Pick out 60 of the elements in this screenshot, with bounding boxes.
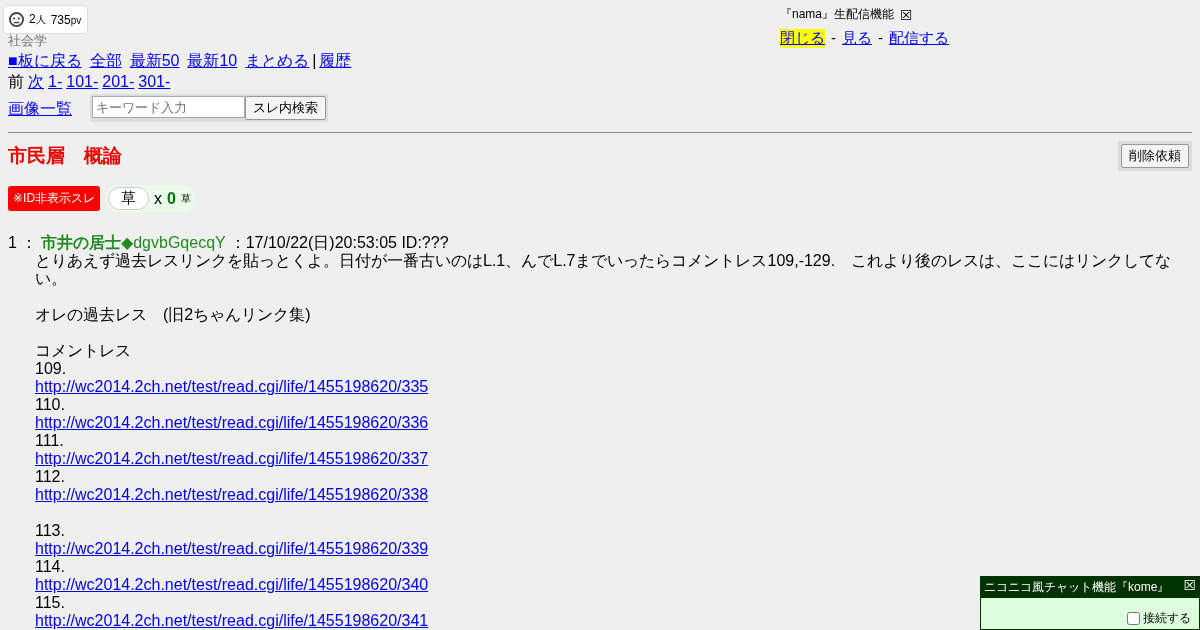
post-text: 115. [35,594,65,611]
prev-label: 前 [8,72,24,92]
post-link[interactable]: http://wc2014.2ch.net/test/read.cgi/life/1455198620/340 [35,576,429,593]
post-text: コメントレス [35,342,131,359]
nama-link[interactable]: 見る [842,29,872,48]
image-list-link[interactable]: 画像一覧 [8,97,72,119]
pageview-count: 735pv [50,12,82,27]
post-meta: ：17/10/22(日)20:53:05 ID:??? [229,234,449,252]
connect-checkbox[interactable] [1127,612,1140,625]
separator: - [878,29,883,48]
close-icon[interactable]: ☒ [1183,579,1196,596]
post-text: 110. [35,396,65,413]
connect-label: 接続する [1143,610,1191,627]
post-text: 113. [35,522,65,539]
nav-link[interactable]: まとめる [245,50,310,71]
post-link[interactable]: http://wc2014.2ch.net/test/read.cgi/life/1455198620/338 [35,486,429,503]
post-text: 114. [35,558,65,575]
nav-link[interactable]: 最新10 [187,50,238,71]
post-link[interactable]: http://wc2014.2ch.net/test/read.cgi/life/1455198620/339 [35,540,429,557]
face-icon [9,12,24,27]
page-link[interactable]: 201- [102,71,135,92]
kusa-x: x [154,189,163,208]
history-link[interactable]: 履歴 [319,50,352,71]
thread-title: 市民層 概論 [8,144,122,168]
nama-link[interactable]: 配信する [889,29,949,48]
post-text: とりあえず過去レスリンクを貼っとくよ。日付が一番古いのはL.1、んでL.7までいったらコメントレス109,-129. これより後のレスは、ここにはリンクしてない。 [35,252,1172,287]
delete-request-button[interactable]: 削除依頼 [1121,144,1189,168]
post-link[interactable]: http://wc2014.2ch.net/test/read.cgi/life/1455198620/336 [35,414,429,431]
page-link[interactable]: 次 [28,71,44,92]
kusa-unit: 草 [180,191,191,206]
viewer-count: 2人 [29,12,46,27]
nav-link[interactable]: ■板に戻る [8,50,82,71]
nama-title: 『nama』生配信機能 [780,6,895,23]
post-link[interactable]: http://wc2014.2ch.net/test/read.cgi/life/1455198620/341 [35,612,429,629]
category-label: 社会学 [8,32,47,50]
post-number: 1 [8,234,17,252]
post-text: 111. [35,432,64,449]
close-icon[interactable]: ☒ [900,8,913,21]
page-link[interactable]: 1- [48,71,63,92]
page-link[interactable]: 301- [138,71,171,92]
kusa-button[interactable]: 草 [108,187,150,210]
post-link[interactable]: http://wc2014.2ch.net/test/read.cgi/life/1455198620/335 [35,378,429,395]
page-link[interactable]: 101- [66,71,99,92]
post-text: 109. [35,360,67,377]
search-button[interactable]: スレ内検索 [245,96,326,120]
post-text: 112. [35,468,65,485]
poster-trip: ◆dgvbGqecqY [120,234,226,252]
nama-link[interactable]: 閉じる [780,29,825,48]
search-field[interactable]: キーワード入力 [92,96,245,118]
post-link[interactable]: http://wc2014.2ch.net/test/read.cgi/life/1455198620/337 [35,450,429,467]
colon: ： [20,234,37,252]
hidden-id-badge: ※ID非表示スレ [8,186,101,211]
poster-name: 市井の居士 [40,234,121,252]
separator: | [312,51,317,71]
kusa-count: 0 [167,189,176,208]
separator: - [831,29,836,48]
nav-link[interactable]: 全部 [89,50,122,71]
nav-link[interactable]: 最新50 [129,50,180,71]
post-text: オレの過去レス (旧2ちゃんリンク集) [35,306,311,323]
chat-title: ニコニコ風チャット機能『kome』 [984,579,1170,596]
